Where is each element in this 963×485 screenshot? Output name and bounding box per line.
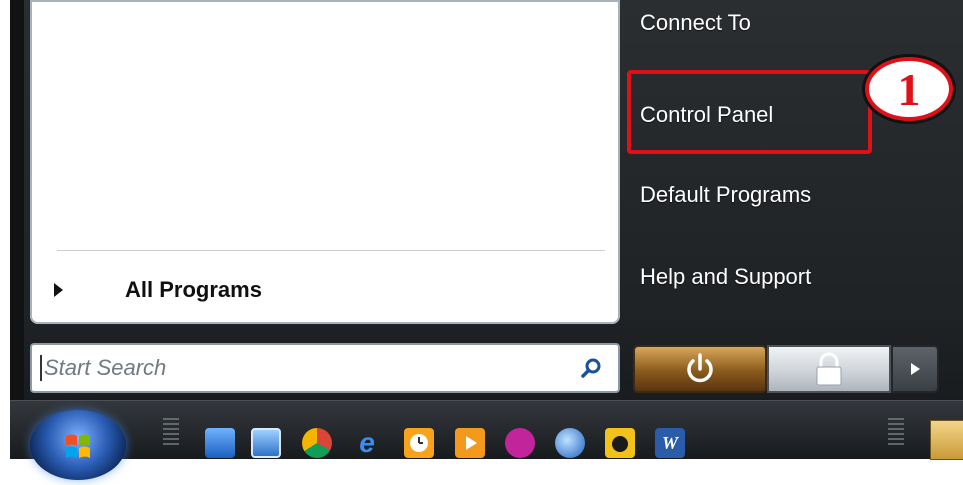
- chrome-icon[interactable]: [302, 428, 332, 458]
- windows-logo-icon: [66, 434, 90, 458]
- internet-explorer-icon[interactable]: e: [352, 427, 382, 458]
- taskbar-folder-button[interactable]: [930, 420, 963, 460]
- shutdown-options-button[interactable]: [891, 345, 939, 393]
- show-desktop-icon[interactable]: [205, 428, 235, 458]
- separator: [57, 250, 605, 251]
- help-and-support-item[interactable]: Help and Support: [640, 264, 811, 290]
- taskbar-grip-right[interactable]: [888, 418, 904, 448]
- word-glyph: W: [661, 432, 678, 453]
- google-earth-icon[interactable]: [555, 428, 585, 458]
- right-arrow-icon: [54, 283, 63, 297]
- default-programs-item[interactable]: Default Programs: [640, 182, 811, 208]
- power-button[interactable]: [633, 345, 767, 393]
- app-glyph-icon: [612, 436, 628, 452]
- search-icon[interactable]: [580, 357, 602, 379]
- switch-windows-icon[interactable]: [251, 428, 281, 458]
- left-edge: [10, 0, 24, 458]
- start-orb-button[interactable]: [30, 410, 126, 480]
- taskbar-grip[interactable]: [163, 418, 179, 448]
- step-badge: 1: [862, 54, 956, 124]
- all-programs-button[interactable]: All Programs: [44, 268, 604, 312]
- text-caret: [40, 355, 42, 381]
- play-icon: [466, 436, 477, 450]
- chevron-right-icon: [911, 363, 920, 375]
- start-search-input[interactable]: Start Search: [30, 343, 620, 393]
- all-programs-label: All Programs: [125, 277, 262, 302]
- connect-to-item[interactable]: Connect To: [640, 10, 751, 36]
- media-player-icon[interactable]: [455, 428, 485, 458]
- app-icon[interactable]: [605, 428, 635, 458]
- taskbar: [10, 400, 963, 459]
- headphones-icon[interactable]: [505, 428, 535, 458]
- clock-face-icon: [410, 434, 428, 452]
- search-placeholder: Start Search: [44, 355, 167, 380]
- lock-icon: [816, 352, 842, 386]
- control-panel-highlight: [627, 70, 872, 154]
- ie-glyph: e: [359, 427, 375, 458]
- lock-button[interactable]: [767, 345, 891, 393]
- clock-icon[interactable]: [404, 428, 434, 458]
- power-icon: [687, 353, 713, 383]
- word-icon[interactable]: W: [655, 428, 685, 458]
- step-number: 1: [897, 63, 921, 115]
